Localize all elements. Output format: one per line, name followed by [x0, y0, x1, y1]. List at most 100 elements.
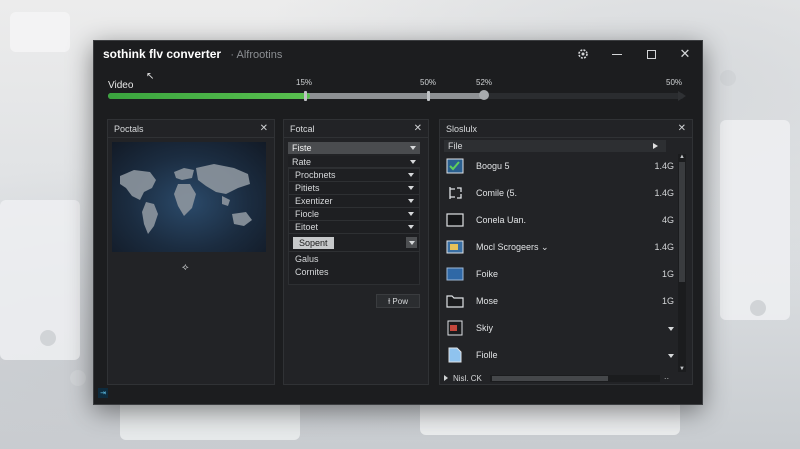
preview-panel: Poctals ✕ ⟡ — [107, 119, 275, 385]
file-size: 4G — [661, 215, 674, 225]
app-title: sothink flv converter · Alfrootins — [103, 47, 282, 61]
format-option-selected[interactable]: Sopent — [289, 234, 419, 252]
chevron-down-icon — [408, 173, 414, 177]
files-panel-title: Sloslulx — [446, 123, 478, 134]
blue-file-icon — [446, 266, 464, 282]
background-peg — [70, 370, 86, 386]
format-option-label: Sopent — [293, 236, 334, 249]
app-subtitle: · Alfrootins — [230, 49, 283, 61]
format-option[interactable]: Procbnets — [289, 169, 419, 182]
more-icon[interactable]: ·· — [664, 374, 669, 383]
format-option-label: Exentizer — [295, 196, 333, 206]
progress-mark: 15% — [296, 78, 313, 87]
scrollbar-thumb[interactable] — [679, 162, 685, 282]
file-name: Foike — [476, 269, 499, 279]
progress-fill — [108, 93, 310, 99]
background-peg — [40, 330, 56, 346]
close-icon[interactable]: ✕ — [260, 123, 268, 134]
slide-icon — [446, 320, 464, 336]
file-row[interactable]: Conela Uan. 4G — [446, 208, 678, 232]
progress-tick[interactable] — [427, 91, 430, 101]
format-option[interactable]: Exentizer — [289, 195, 419, 208]
format-panel-header: Fotcal ✕ — [284, 120, 428, 138]
format-option-label: Cornites — [295, 266, 329, 277]
scrollbar-thumb[interactable] — [491, 375, 608, 381]
file-name: Skiy — [476, 323, 494, 333]
file-name: Comile (5. — [476, 188, 518, 198]
app-brand: sothink flv converter — [103, 47, 222, 61]
play-icon[interactable] — [653, 143, 658, 149]
format-rate-select[interactable]: Rate — [288, 156, 420, 168]
file-name: Conela Uan. — [476, 215, 527, 225]
mouse-cursor-icon: ↖ — [146, 71, 155, 82]
close-button[interactable]: ✕ — [668, 41, 702, 67]
checked-image-icon — [446, 158, 464, 174]
format-option-label: Pitiets — [295, 183, 320, 193]
scroll-up-icon[interactable]: ▲ — [679, 154, 685, 160]
background-peg — [750, 300, 766, 316]
format-panel: Fotcal ✕ Fiste Rate Procbnets Pitiets Ex… — [283, 119, 429, 385]
file-row[interactable]: Boogu 5 1.4G — [446, 154, 678, 178]
chevron-down-icon — [410, 159, 416, 164]
background-shape — [10, 12, 70, 52]
format-file-select[interactable]: Fiste — [288, 142, 420, 154]
close-icon[interactable]: ✕ — [414, 123, 422, 134]
file-row[interactable]: Foike 1G — [446, 262, 678, 286]
format-option[interactable]: Galus — [289, 252, 419, 265]
fit-view-icon[interactable]: ⟡ — [182, 262, 189, 273]
progress-tick[interactable] — [304, 91, 307, 101]
image-icon — [446, 239, 464, 255]
video-progress-section: Video ↖ 15% 50% 52% 50% — [104, 71, 692, 105]
select-value: Fiste — [292, 143, 312, 153]
format-option[interactable]: Fiocle — [289, 208, 419, 221]
progress-handle[interactable] — [479, 90, 489, 100]
chevron-down-icon — [408, 199, 414, 203]
close-icon[interactable]: ✕ — [678, 123, 686, 134]
minimize-button[interactable] — [600, 41, 634, 67]
expand-arrow-icon[interactable] — [444, 375, 448, 381]
status-corner-icon[interactable]: ⇥ — [98, 388, 108, 398]
format-panel-title: Fotcal — [290, 123, 315, 134]
select-value: Rate — [292, 156, 312, 167]
files-horizontal-scrollbar[interactable] — [489, 374, 660, 382]
chevron-down-icon — [668, 327, 674, 331]
file-column-header[interactable]: File — [444, 140, 666, 152]
file-size: 1.4G — [654, 242, 674, 252]
file-row[interactable]: Skiy — [446, 316, 678, 340]
background-peg — [720, 70, 736, 86]
file-name: Fiolle — [476, 350, 498, 360]
format-option-label: Galus — [295, 253, 319, 264]
file-size: 1.4G — [654, 161, 674, 171]
format-option[interactable]: Eitoet — [289, 221, 419, 234]
format-option-label: Eitoet — [295, 222, 319, 232]
minimize-icon — [612, 53, 622, 55]
format-option[interactable]: Pitiets — [289, 182, 419, 195]
expand-caret[interactable] — [668, 323, 674, 333]
settings-icon[interactable] — [566, 41, 600, 67]
video-progress-bar[interactable] — [108, 90, 686, 101]
app-window: sothink flv converter · Alfrootins ✕ Vid… — [93, 40, 703, 405]
file-row[interactable]: Mose 1G — [446, 289, 678, 313]
format-options-list: Procbnets Pitiets Exentizer Fiocle Eitoe… — [288, 168, 420, 285]
file-row[interactable]: Comile (5. 1.4G — [446, 181, 678, 205]
maximize-button[interactable] — [634, 41, 668, 67]
chevron-down-icon — [408, 240, 415, 245]
dropdown-button[interactable] — [406, 237, 417, 248]
file-row[interactable]: Fiolle — [446, 343, 678, 367]
preview-panel-header: Poctals ✕ — [108, 120, 274, 138]
format-option[interactable]: Cornites — [289, 265, 419, 278]
file-row[interactable]: Mocl Scrogeers ⌄ 1.4G — [446, 235, 678, 259]
progress-mark: 50% — [420, 78, 437, 87]
background-shape — [720, 120, 790, 320]
folder-icon — [446, 293, 464, 309]
chevron-down-icon — [408, 186, 414, 190]
footer-label: Nisl. CK — [453, 373, 482, 383]
chevron-down-icon — [408, 212, 414, 216]
apply-button[interactable]: Ɨ Pow — [376, 294, 420, 308]
files-vertical-scrollbar[interactable]: ▲ ▼ — [678, 154, 686, 372]
chevron-down-icon — [410, 146, 416, 150]
expand-caret[interactable] — [668, 350, 674, 360]
close-icon: ✕ — [679, 46, 691, 61]
chevron-down-icon — [668, 354, 674, 358]
blank-frame-icon — [446, 212, 464, 228]
